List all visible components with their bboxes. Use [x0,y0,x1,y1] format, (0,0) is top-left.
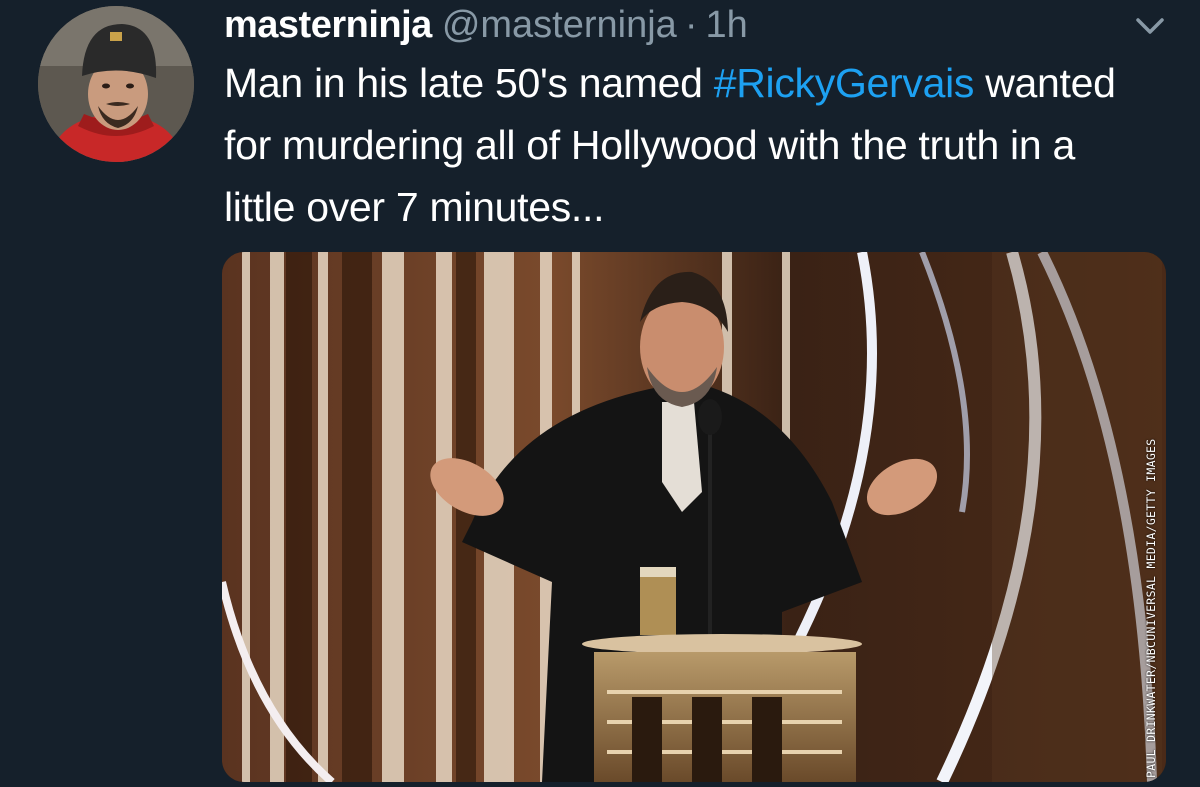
timestamp[interactable]: 1h [705,4,747,47]
avatar[interactable] [38,6,194,162]
chevron-down-icon[interactable] [1130,12,1170,42]
user-handle[interactable]: @masterninja [442,4,677,47]
separator-dot: · [684,4,698,46]
tweet-text: Man in his late 50's named #RickyGervais… [224,52,1154,238]
tweet-header: masterninja @masterninja · 1h [224,4,748,48]
photo-credit: PAUL DRINKWATER/NBCUNIVERSAL MEDIA/GETTY… [1144,438,1158,778]
photo-illustration [222,252,1166,782]
tweet-text-start: Man in his late 50's named [224,60,714,106]
tweet-photo[interactable]: PAUL DRINKWATER/NBCUNIVERSAL MEDIA/GETTY… [222,252,1166,782]
display-name[interactable]: masterninja [224,4,432,47]
tweet-container[interactable]: masterninja @masterninja · 1h Man in his… [0,0,1200,787]
hashtag-link[interactable]: #RickyGervais [714,60,975,106]
